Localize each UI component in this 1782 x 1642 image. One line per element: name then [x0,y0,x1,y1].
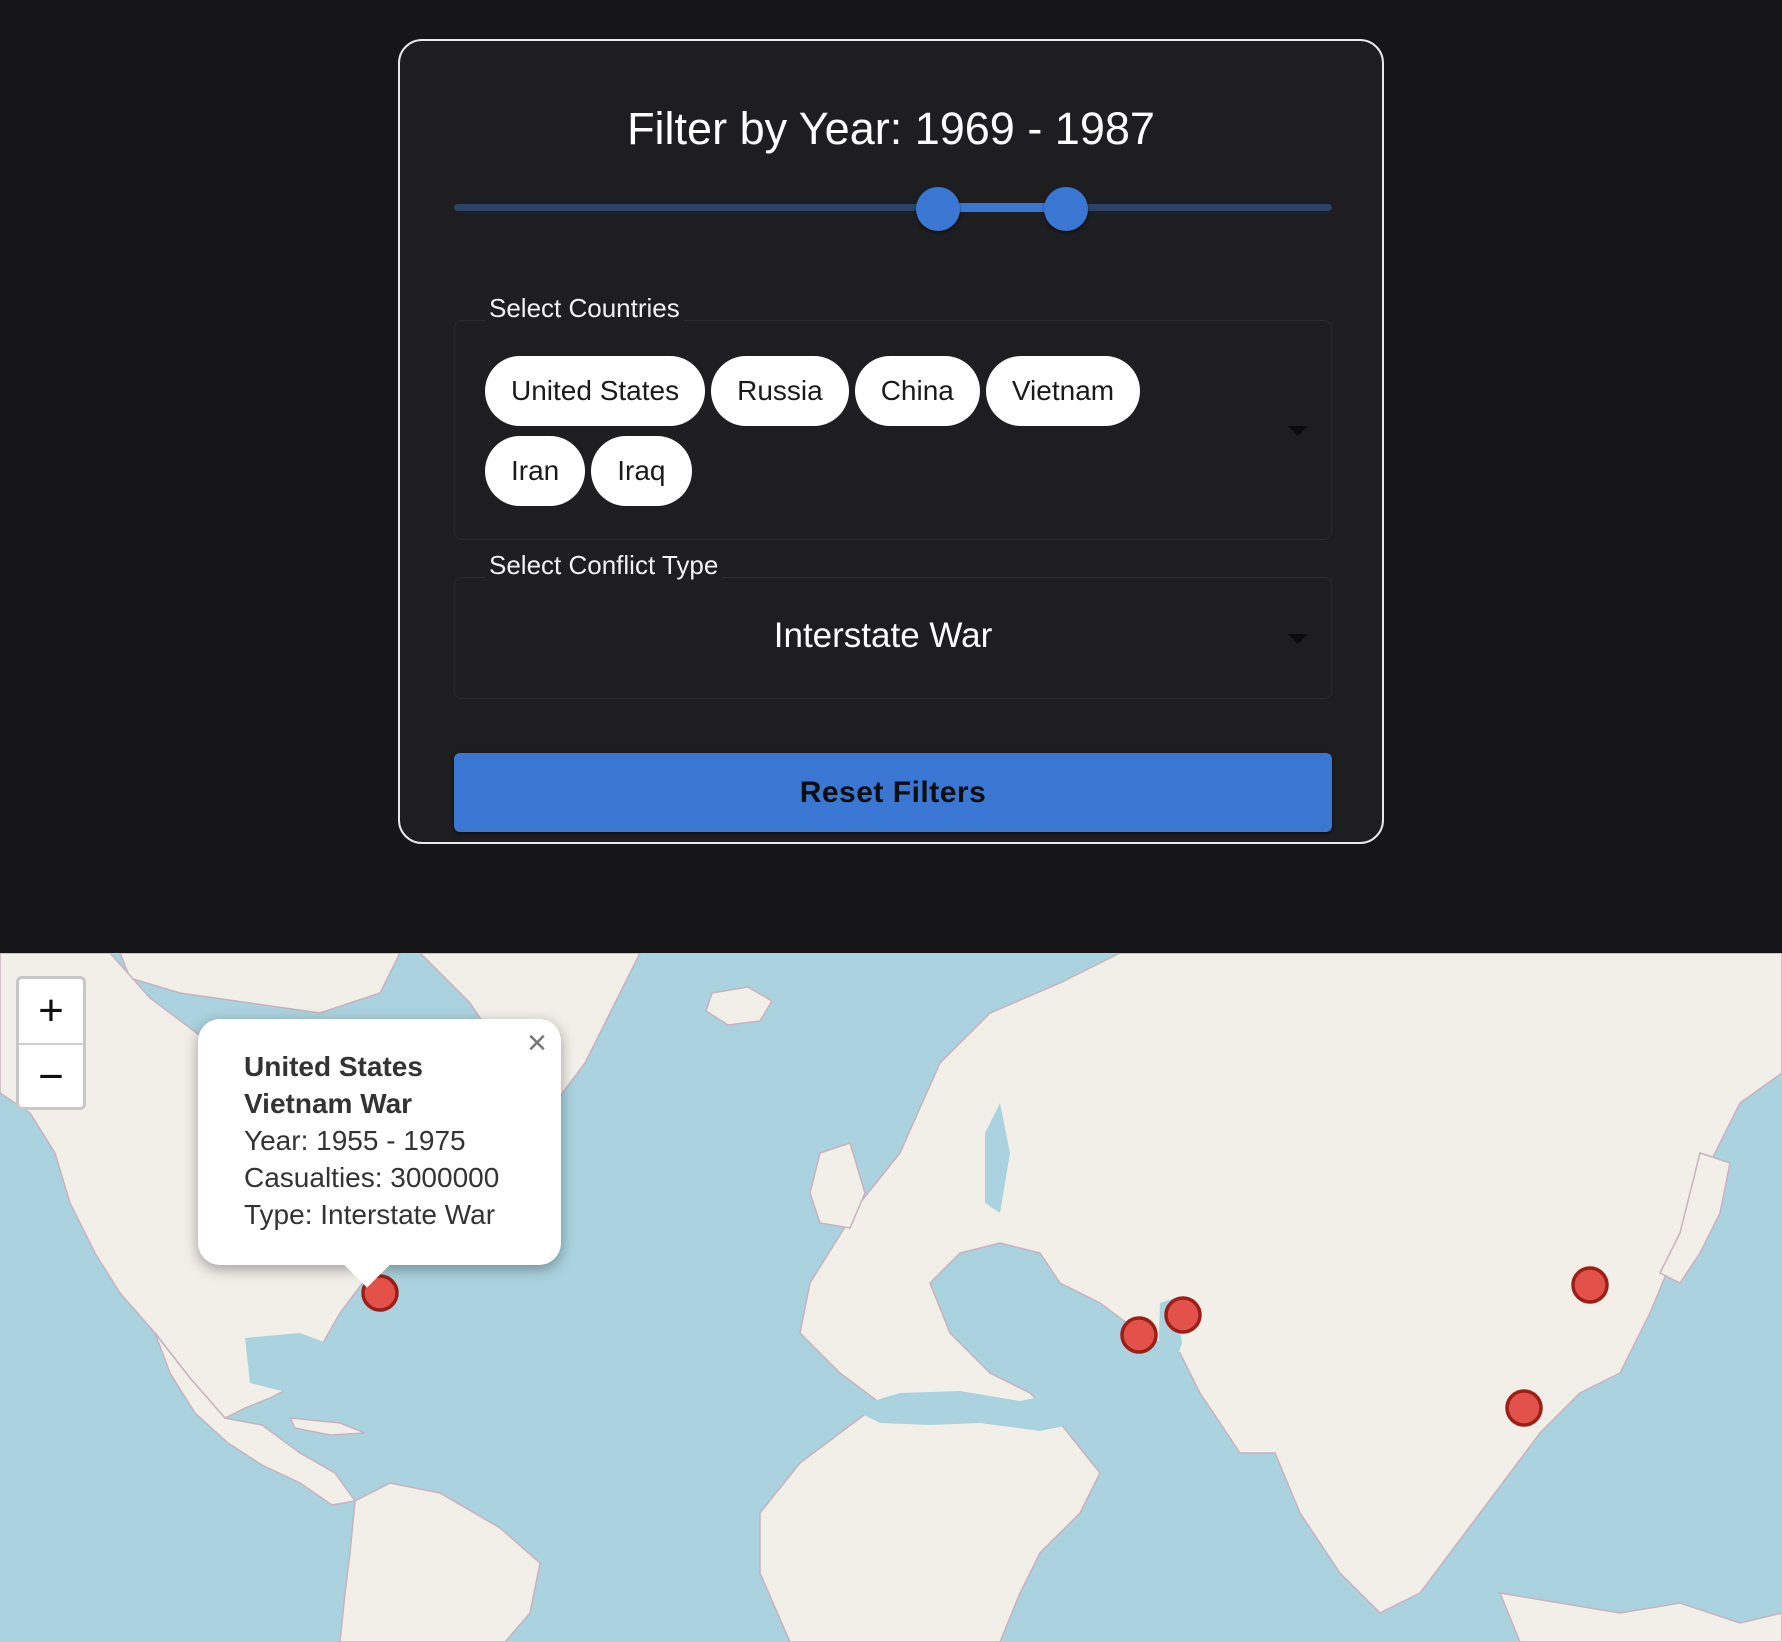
countries-select-label: Select Countries [485,294,684,322]
country-chip[interactable]: Iraq [591,436,692,506]
popup-year: Year: 1955 - 1975 [244,1125,466,1156]
year-range-slider[interactable] [454,187,1332,231]
filter-section: Filter by Year: 1969 - 1987 Select Count… [0,0,1782,953]
conflict-type-select[interactable]: Select Conflict Type Interstate War [454,551,1332,699]
slider-thumb-end[interactable] [1044,187,1088,231]
country-chip[interactable]: Vietnam [985,356,1141,426]
reset-filters-button[interactable]: Reset Filters [454,753,1332,832]
conflict-popup: × United States Vietnam War Year: 1955 -… [198,1019,561,1288]
country-chip-list: United States Russia China Vietnam Iran Iraq [485,356,1185,516]
country-chip[interactable]: China [854,356,980,426]
country-chip[interactable]: Iran [485,436,586,506]
filter-panel: Filter by Year: 1969 - 1987 Select Count… [398,39,1384,844]
conflict-marker[interactable] [1120,1316,1158,1354]
zoom-out-button[interactable]: − [19,1045,83,1109]
countries-select[interactable]: Select Countries United States Russia Chin… [454,294,1332,540]
conflict-map[interactable]: + − × United States Vietnam War Year: 19… [0,953,1782,1642]
popup-type: Type: Interstate War [244,1199,496,1230]
country-chip[interactable]: United States [485,356,706,426]
conflict-type-label: Select Conflict Type [485,551,723,579]
chevron-down-icon[interactable] [1288,426,1308,436]
conflict-type-value[interactable]: Interstate War [455,616,1331,656]
conflict-marker[interactable] [1571,1266,1609,1304]
slider-rail[interactable] [454,204,1332,211]
conflict-marker[interactable] [1505,1389,1543,1427]
slider-thumb-start[interactable] [916,187,960,231]
popup-casualties: Casualties: 3000000 [244,1162,500,1193]
chevron-down-icon[interactable] [1288,634,1308,644]
zoom-in-button[interactable]: + [19,979,83,1045]
conflict-marker[interactable] [1164,1296,1202,1334]
year-filter-title: Filter by Year: 1969 - 1987 [627,103,1155,154]
popup-conflict-name: Vietnam War [244,1088,413,1119]
country-chip[interactable]: Russia [711,356,849,426]
popup-country: United States [244,1051,423,1082]
zoom-control: + − [16,976,86,1110]
